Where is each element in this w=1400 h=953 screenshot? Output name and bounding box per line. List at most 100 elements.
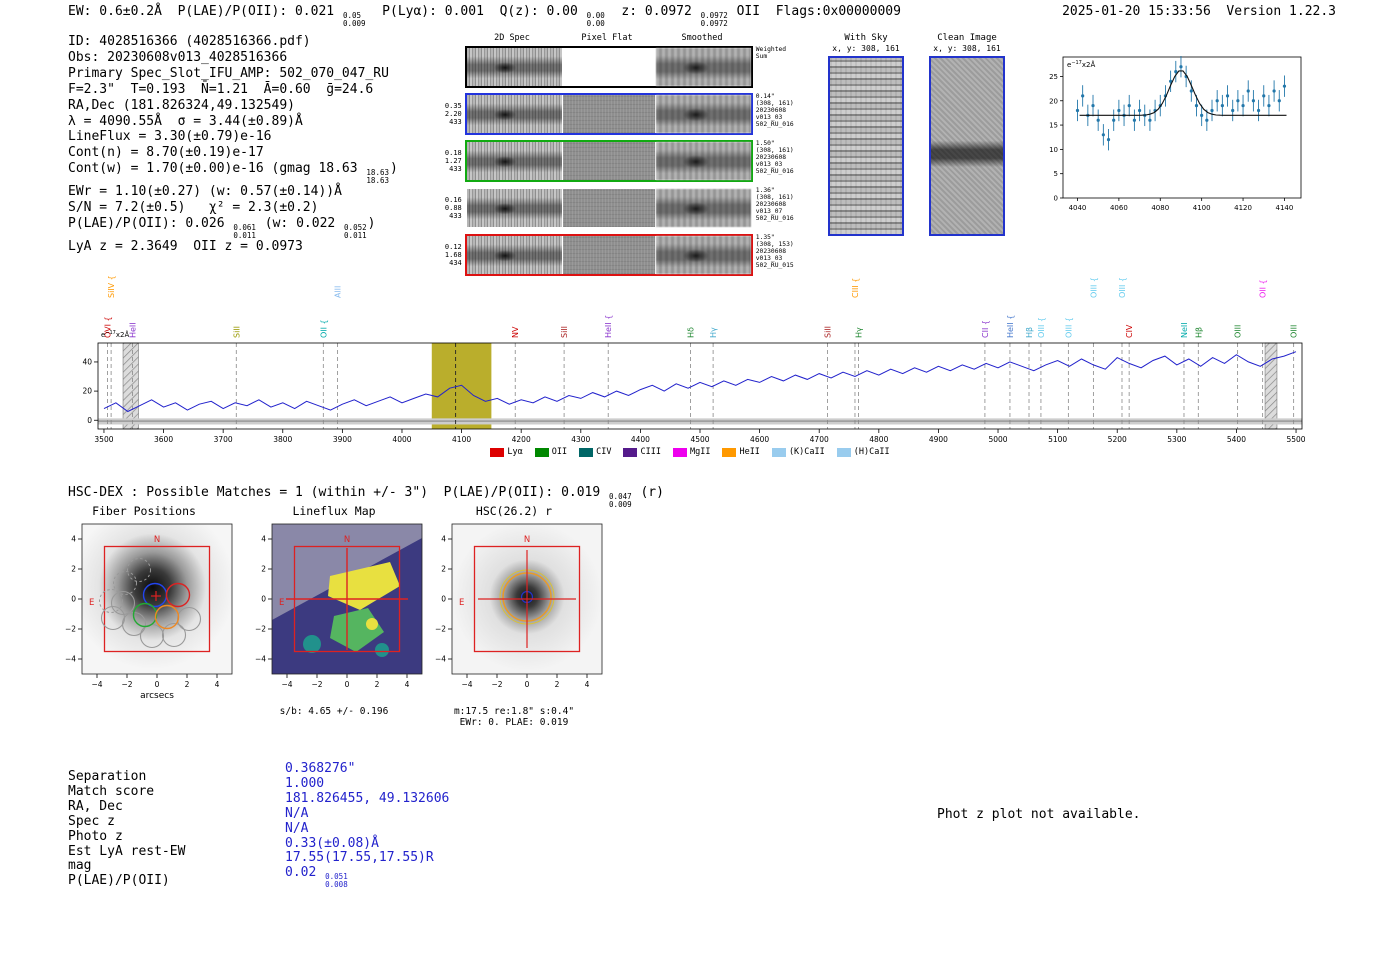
svg-text:4600: 4600	[750, 435, 769, 444]
north-label: N	[344, 535, 350, 545]
lineflux-caption: s/b: 4.65 +/- 0.196	[236, 706, 432, 717]
spectrum-line	[104, 352, 1296, 412]
hsc-image-panel: HSC(26.2) r −4−4−2−2002244 N E	[416, 504, 612, 728]
cutout-right-label: 502_RU_016	[756, 121, 795, 128]
svg-text:−4: −4	[255, 655, 266, 664]
legend-swatch	[579, 448, 593, 457]
svg-text:5200: 5200	[1108, 435, 1127, 444]
match-row-value: 17.55(17.55,17.55)R	[285, 851, 449, 866]
col-header-pixelflat: Pixel Flat	[581, 33, 632, 43]
emission-line-label: HeII {	[604, 315, 613, 338]
emission-line-label: Hγ	[855, 327, 864, 338]
svg-text:3700: 3700	[214, 435, 233, 444]
cutout-left-label: 433	[443, 212, 462, 220]
cutout-right-label: Sum	[756, 53, 795, 60]
cutout-right-label: (308, 161)	[756, 194, 795, 201]
svg-text:0: 0	[345, 680, 350, 689]
svg-text:4140: 4140	[1276, 204, 1294, 212]
svg-text:4: 4	[405, 680, 410, 689]
svg-text:4120: 4120	[1234, 204, 1252, 212]
cutout-right-labels: WeightedSum	[753, 46, 795, 88]
info-line: S/N = 7.2(±0.5) χ² = 2.3(±0.2)	[68, 200, 398, 216]
svg-text:−2: −2	[255, 625, 266, 634]
lineflux-map-panel: Lineflux Map −4−4−2−2002244 N E	[236, 504, 432, 717]
cutout-right-label: 20230608	[756, 248, 795, 255]
east-label: E	[459, 598, 464, 608]
emission-line-label: OII {	[1259, 279, 1268, 298]
match-row-label: Separation	[68, 770, 185, 785]
cutout-right-label: 0.14"	[756, 93, 795, 100]
legend-swatch	[722, 448, 736, 457]
legend-item: CIV	[579, 447, 611, 457]
flux-units-label: e−17x2Å	[1067, 60, 1095, 69]
stacked-uncertainty: 0.0520.011	[344, 224, 367, 239]
svg-text:5100: 5100	[1048, 435, 1067, 444]
svg-text:2: 2	[375, 680, 380, 689]
fiber-positions-plot: −4−4−2−2002244 N	[46, 520, 242, 702]
svg-text:4080: 4080	[1151, 204, 1169, 212]
pixelflat-image	[563, 142, 655, 180]
svg-text:4100: 4100	[1193, 204, 1211, 212]
clean-image-title: Clean Image	[927, 33, 1007, 44]
svg-text:0: 0	[1054, 195, 1058, 203]
svg-text:0: 0	[87, 416, 92, 425]
cutout-right-label: v013_07	[756, 208, 795, 215]
svg-text:−2: −2	[491, 680, 502, 689]
photz-unavailable-note: Phot z plot not available.	[937, 807, 1141, 822]
svg-text:4400: 4400	[631, 435, 650, 444]
emission-line-label: NeII	[1180, 322, 1189, 338]
stacked-uncertainty: 0.0610.011	[233, 224, 256, 239]
svg-text:−4: −4	[281, 680, 292, 689]
legend-swatch	[535, 448, 549, 457]
legend-label: CIV	[596, 447, 611, 457]
match-row-label: P(LAE)/P(OII)	[68, 874, 185, 889]
emission-line-label: CIII {	[851, 278, 860, 298]
cutout-images	[465, 93, 753, 135]
match-row-label: RA, Dec	[68, 800, 185, 815]
cutout-left-labels: 0.181.27433	[443, 140, 465, 182]
legend-item: OII	[535, 447, 567, 457]
with-sky-panel: With Sky x, y: 308, 161	[826, 33, 906, 236]
clean-image	[929, 56, 1005, 236]
emission-line-label: Hγ	[709, 327, 718, 338]
svg-text:0: 0	[261, 595, 266, 604]
with-sky-coords: x, y: 308, 161	[826, 44, 906, 54]
legend-label: (H)CaII	[854, 447, 890, 457]
stacked-uncertainty: 0.0470.009	[609, 493, 632, 508]
cutout-row: 0.352.20433 0.14"(308, 161)20230608v013_…	[443, 93, 795, 135]
legend-label: OII	[552, 447, 567, 457]
stacked-uncertainty: 0.09720.0972	[701, 12, 728, 27]
smoothed-image	[656, 189, 751, 227]
clean-image-panel: Clean Image x, y: 308, 161	[927, 33, 1007, 236]
svg-text:4: 4	[441, 535, 446, 544]
match-row-label: Est LyA rest-EW	[68, 845, 185, 860]
svg-text:4: 4	[71, 535, 76, 544]
cutout-rows: WeightedSum 0.352.20433 0.14"(308, 161)2…	[443, 46, 795, 276]
svg-text:−2: −2	[121, 680, 132, 689]
fiber-positions-panel: Fiber Positions −4−4−2−2002244	[46, 504, 242, 706]
svg-text:4100: 4100	[452, 435, 471, 444]
match-row-value: N/A	[285, 822, 449, 837]
stacked-uncertainty: 0.000.00	[587, 12, 605, 27]
highlight-band	[432, 343, 492, 429]
svg-text:4: 4	[215, 680, 220, 689]
header-summary-line: EW: 0.6±0.2Å P(LAE)/P(OII): 0.021 0.050.…	[68, 4, 901, 27]
north-label: N	[154, 535, 160, 545]
fiber-positions-title: Fiber Positions	[46, 504, 242, 520]
cutout-left-label: 1.27	[443, 157, 462, 165]
2dspec-image	[467, 142, 562, 180]
svg-text:5300: 5300	[1167, 435, 1186, 444]
fiber-xlabel: arcsecs	[140, 691, 174, 701]
legend-item: CIII	[623, 447, 660, 457]
emission-line-label: HeII {	[1006, 315, 1015, 338]
info-line: Cont(w) = 1.70(±0.00)e-16 (gmag 18.63 18…	[68, 161, 398, 184]
elixer-report-page: EW: 0.6±0.2Å P(LAE)/P(OII): 0.021 0.050.…	[0, 0, 1400, 953]
cutout-right-label: 20230608	[756, 107, 795, 114]
cutout-left-label: 0.16	[443, 196, 462, 204]
clean-image-coords: x, y: 308, 161	[927, 44, 1007, 54]
emission-line-label: CII {	[981, 320, 990, 338]
cutout-stamps-block: 2D Spec Pixel Flat Smoothed WeightedSum …	[443, 33, 795, 281]
svg-text:4040: 4040	[1069, 204, 1087, 212]
info-line: Obs: 20230608v013_4028516366	[68, 50, 398, 66]
emission-line-label: Hβ	[1025, 327, 1034, 338]
